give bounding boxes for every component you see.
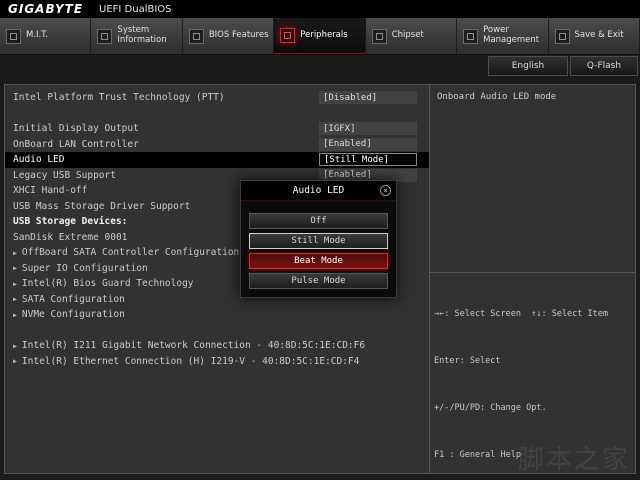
key-legend-line: Enter: Select <box>434 354 634 370</box>
tab-peripherals[interactable]: Peripherals <box>274 18 365 54</box>
power-management-icon <box>463 29 478 44</box>
setting-label: Intel(R) Bios Guard Technology <box>22 278 194 289</box>
submenu-arrow-icon: ▶ <box>13 295 17 303</box>
tab-peripherals-label: Peripherals <box>300 31 347 41</box>
chipset-icon <box>372 29 387 44</box>
horizontal-divider <box>430 272 635 273</box>
setting-value[interactable]: [Enabled] <box>319 138 417 151</box>
submenu-row[interactable]: ▶ NVMe Configuration <box>5 307 429 323</box>
submenu-arrow-icon: ▶ <box>13 249 17 257</box>
top-brand-bar: GIGABYTE UEFI DualBIOS <box>0 0 640 18</box>
section-label: USB Storage Devices: <box>13 216 127 227</box>
audio-led-dialog: Audio LED × Off Still Mode Beat Mode Pul… <box>240 180 397 298</box>
tab-power-management-label: Power Management <box>483 26 547 46</box>
tab-bar: M.I.T. System Information BIOS Features … <box>0 18 640 55</box>
tab-chipset-label: Chipset <box>392 31 424 41</box>
submenu-arrow-icon: ▶ <box>13 342 17 350</box>
bios-setup-screen: GIGABYTE UEFI DualBIOS M.I.T. System Inf… <box>0 0 640 480</box>
dialog-title-bar: Audio LED × <box>241 181 396 201</box>
submenu-row[interactable]: ▶ Intel(R) I211 Gigabit Network Connecti… <box>5 338 429 354</box>
setting-row[interactable]: Intel Platform Trust Technology (PTT) [D… <box>5 90 429 106</box>
mit-icon <box>6 29 21 44</box>
dialog-title: Audio LED <box>293 185 344 196</box>
peripherals-icon <box>280 28 295 43</box>
setting-label: XHCI Hand-off <box>13 185 87 196</box>
item-help-text: Onboard Audio LED mode <box>437 92 629 102</box>
submenu-row[interactable]: ▶ Intel(R) Ethernet Connection (H) I219-… <box>5 354 429 370</box>
gigabyte-logo: GIGABYTE <box>8 2 83 16</box>
tab-power-management[interactable]: Power Management <box>457 18 548 54</box>
setting-row[interactable]: OnBoard LAN Controller [Enabled] <box>5 137 429 153</box>
tab-chipset[interactable]: Chipset <box>366 18 457 54</box>
spacer-row <box>5 323 429 339</box>
setting-label: Intel(R) I211 Gigabit Network Connection… <box>22 340 365 351</box>
setting-row[interactable]: Initial Display Output [IGFX] <box>5 121 429 137</box>
save-exit-icon <box>555 29 570 44</box>
quick-buttons: English Q-Flash <box>486 56 638 76</box>
tab-bios-features[interactable]: BIOS Features <box>183 18 274 54</box>
setting-label: Super IO Configuration <box>22 263 148 274</box>
close-icon[interactable]: × <box>380 185 391 196</box>
submenu-arrow-icon: ▶ <box>13 264 17 272</box>
key-legend-line: +/-/PU/PD: Change Opt. <box>434 401 634 417</box>
setting-row-audio-led[interactable]: Audio LED [Still Mode] <box>5 152 429 168</box>
option-beat-mode[interactable]: Beat Mode <box>249 253 388 269</box>
setting-label: SATA Configuration <box>22 294 125 305</box>
setting-label: Intel Platform Trust Technology (PTT) <box>13 92 225 103</box>
tab-system-information[interactable]: System Information <box>91 18 182 54</box>
setting-label: NVMe Configuration <box>22 309 125 320</box>
spacer-row <box>5 106 429 122</box>
vertical-divider <box>429 85 430 473</box>
submenu-arrow-icon: ▶ <box>13 357 17 365</box>
setting-label: USB Mass Storage Driver Support <box>13 201 190 212</box>
setting-value[interactable]: [Still Mode] <box>319 153 417 166</box>
dialog-options: Off Still Mode Beat Mode Pulse Mode <box>241 201 396 289</box>
tab-save-exit-label: Save & Exit <box>575 31 624 41</box>
tab-system-information-label: System Information <box>117 26 181 46</box>
key-legend: →←: Select Screen ↑↓: Select Item Enter:… <box>434 276 634 480</box>
key-legend-line: →←: Select Screen ↑↓: Select Item <box>434 307 634 323</box>
qflash-button[interactable]: Q-Flash <box>570 56 638 76</box>
setting-label: OffBoard SATA Controller Configuration <box>22 247 239 258</box>
tab-bios-features-label: BIOS Features <box>209 31 269 41</box>
language-button[interactable]: English <box>488 56 568 76</box>
setting-label: Initial Display Output <box>13 123 139 134</box>
setting-label: Legacy USB Support <box>13 170 116 181</box>
key-legend-line: F1 : General Help <box>434 448 634 464</box>
system-information-icon <box>97 29 112 44</box>
setting-label: Audio LED <box>13 154 64 165</box>
tab-save-exit[interactable]: Save & Exit <box>549 18 640 54</box>
setting-label: Intel(R) Ethernet Connection (H) I219-V … <box>22 356 359 367</box>
submenu-arrow-icon: ▶ <box>13 311 17 319</box>
option-still-mode[interactable]: Still Mode <box>249 233 388 249</box>
submenu-arrow-icon: ▶ <box>13 280 17 288</box>
setting-label: OnBoard LAN Controller <box>13 139 139 150</box>
setting-value[interactable]: [IGFX] <box>319 122 417 135</box>
setting-value[interactable]: [Disabled] <box>319 91 417 104</box>
tab-mit[interactable]: M.I.T. <box>0 18 91 54</box>
uefi-dualbios-label: UEFI DualBIOS <box>99 4 172 15</box>
setting-label: SanDisk Extreme 0001 <box>13 232 127 243</box>
option-off[interactable]: Off <box>249 213 388 229</box>
tab-mit-label: M.I.T. <box>26 31 48 41</box>
bios-features-icon <box>189 29 204 44</box>
option-pulse-mode[interactable]: Pulse Mode <box>249 273 388 289</box>
